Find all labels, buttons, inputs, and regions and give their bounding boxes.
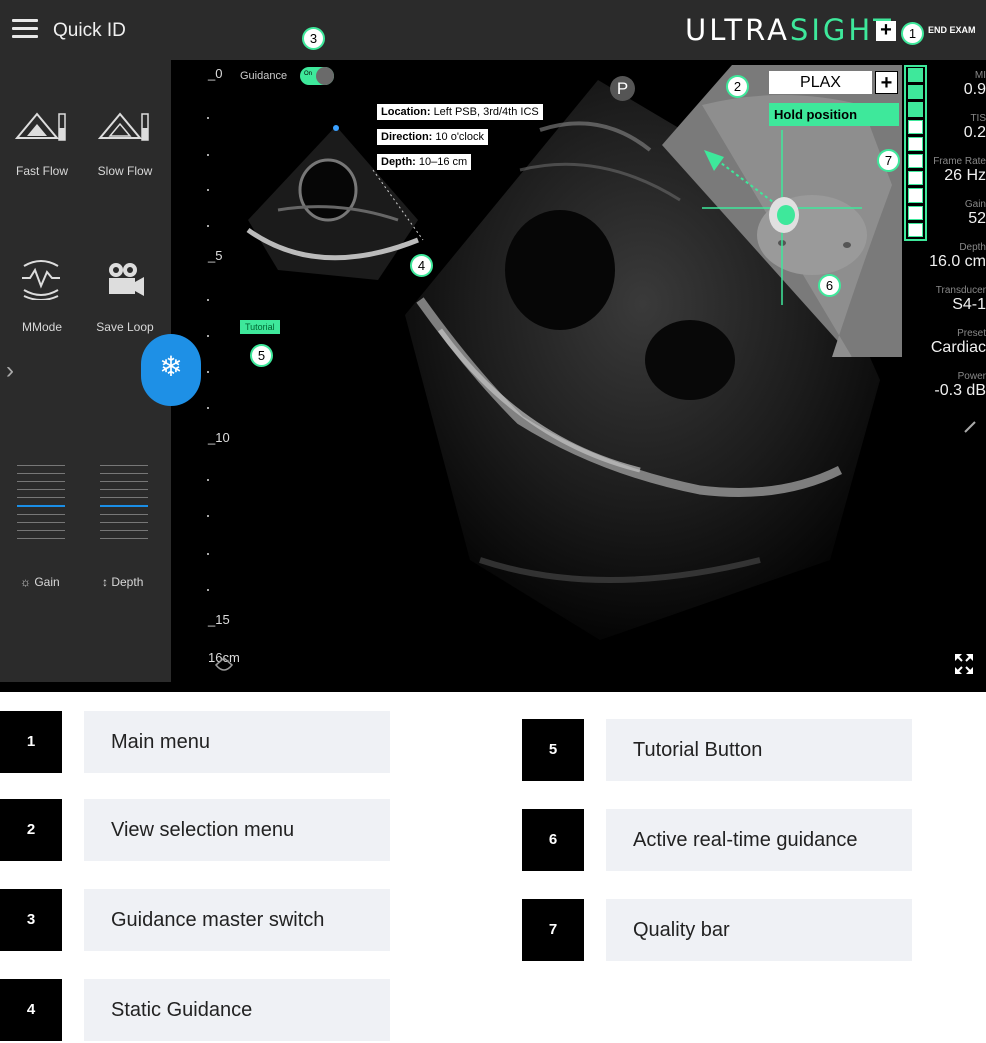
quality-segment [908,68,923,83]
probe-icon [214,657,234,671]
depth-slider[interactable] [100,465,148,546]
menu-icon[interactable] [12,19,38,39]
gain-label: Gain [34,575,60,589]
param-value: 0.2 [963,124,986,141]
camera-icon[interactable] [106,260,146,300]
guidance-toggle[interactable]: On [300,67,334,85]
param-value: 0.9 [963,81,986,98]
app-title: Quick ID [53,20,126,41]
legend-number: 2 [0,799,62,861]
callout-6: 6 [818,274,841,297]
legend-number: 4 [0,979,62,1041]
param-label: MI [974,70,986,81]
legend-number: 7 [522,899,584,961]
param-label: Depth [959,242,986,253]
quality-segment [908,85,923,100]
param-label: Gain [964,199,986,210]
gain-slider[interactable] [17,465,65,546]
guidance-instruction: Hold position [769,103,899,126]
depth-control[interactable]: ↕ Depth [102,575,143,589]
param-value: S4-1 [952,296,986,313]
quality-segment [908,205,923,220]
legend-text: Tutorial Button [606,719,912,781]
mmode-icon[interactable] [20,258,62,300]
callout-5: 5 [250,344,273,367]
fast-flow-label: Fast Flow [15,164,68,178]
location-info: Location: Left PSB, 3rd/4th ICS [377,104,543,120]
quality-segment [908,171,923,186]
fast-flow-icon[interactable] [15,110,67,144]
quality-segment [908,222,923,237]
legend-text: Active real-time guidance [606,809,912,871]
fullscreen-icon[interactable] [953,652,975,676]
param-value: Cardiac [930,339,986,356]
legend-number: 6 [522,809,584,871]
legend-text: Guidance master switch [84,889,390,951]
guidance-label: Guidance [240,70,288,82]
imaging-parameters: MI 0.9 TIS 0.2 Frame Rate 26 Hz Gain 52 Depth 16.… [924,70,986,414]
slow-flow-label: Slow Flow [97,164,153,178]
freeze-button[interactable]: ❄ [141,334,201,406]
callout-2: 2 [726,75,749,98]
callout-4: 4 [410,254,433,277]
probe-orientation-marker: P [610,76,635,101]
param-value: 26 Hz [944,167,986,184]
top-bar: Quick ID ULTRASIGHT + END EXAM [0,0,986,60]
param-label: Power [957,371,986,382]
mmode-label: MMode [21,320,62,334]
param-label: Transducer [935,285,986,296]
guidance-toggle-state: On [304,71,313,77]
gain-control[interactable]: ☼ Gain [20,575,60,589]
pencil-icon[interactable] [963,420,977,434]
callout-1: 1 [901,22,924,45]
callout-7: 7 [877,149,900,172]
legend-text: Main menu [84,711,390,773]
guidance-toggle-knob [316,67,334,85]
quality-segment [908,102,923,117]
param-value: 52 [968,210,986,227]
brand-logo: ULTRASIGHT [685,13,894,47]
ultrasound-screen: Quick ID ULTRASIGHT + END EXAM Fast Flow… [0,0,986,692]
callout-3: 3 [302,27,325,50]
direction-info: Direction: 10 o'clock [377,129,488,145]
add-button[interactable]: + [876,20,896,41]
depth-info: Depth: 10–16 cm [377,154,472,170]
chevron-right-icon[interactable]: › [6,357,14,385]
quality-segment [908,154,923,169]
view-selection-dropdown[interactable]: PLAX [769,71,872,94]
param-value: -0.3 dB [934,382,986,399]
gain-icon: ☼ [20,575,31,589]
legend-text: Static Guidance [84,979,390,1041]
legend-number: 1 [0,711,62,773]
param-label: Preset [957,328,986,339]
legend-number: 3 [0,889,62,951]
view-add-button[interactable]: + [875,71,898,94]
depth-label: Depth [111,575,144,589]
param-label: TIS [970,113,986,124]
end-exam-button[interactable]: END EXAM [928,25,976,35]
legend-text: Quality bar [606,899,912,961]
depth-scale-dots [207,117,209,591]
legend-text: View selection menu [84,799,390,861]
snowflake-icon: ❄ [159,351,183,382]
param-value: 16.0 cm [929,253,986,270]
slow-flow-icon[interactable] [98,110,150,144]
quality-segment [908,136,923,151]
quality-segment [908,188,923,203]
legend-number: 5 [522,719,584,781]
param-label: Frame Rate [933,156,986,167]
depth-arrows-icon: ↕ [102,575,108,589]
tutorial-button[interactable]: Tutorial [240,320,280,334]
static-guidance-image [246,125,424,280]
quality-segment [908,119,923,134]
save-loop-label: Save Loop [96,320,154,334]
